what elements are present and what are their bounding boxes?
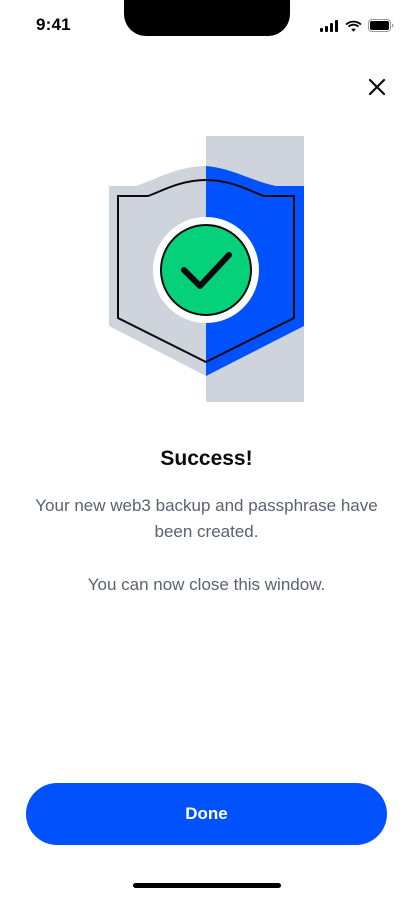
close-window-message: You can now close this window. (87, 575, 326, 594)
cellular-signal-icon (320, 19, 338, 32)
close-icon (368, 78, 386, 96)
done-button[interactable]: Done (26, 783, 387, 845)
success-message: Your new web3 backup and passphrase have… (35, 496, 378, 541)
check-circle (160, 224, 252, 316)
success-title: Success! (160, 447, 253, 470)
wifi-icon (345, 20, 362, 32)
device-notch (124, 0, 290, 36)
status-time: 9:41 (36, 15, 71, 34)
home-indicator (133, 883, 281, 888)
battery-icon (368, 19, 394, 32)
status-icons (320, 19, 395, 32)
close-button[interactable] (362, 72, 392, 102)
shield-checkmark-icon (109, 136, 304, 402)
phone-screen: 9:41 Success! Your new web3 backup and p… (0, 0, 413, 897)
